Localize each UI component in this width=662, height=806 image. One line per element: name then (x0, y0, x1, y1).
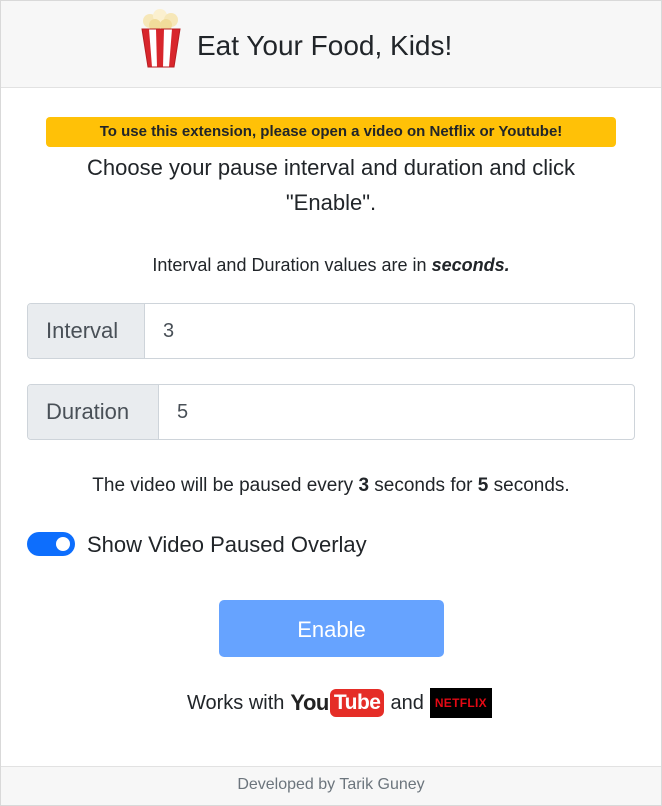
units-note-emphasis: seconds. (431, 255, 510, 275)
youtube-logo-you: You (290, 690, 329, 715)
popcorn-icon (141, 9, 181, 68)
works-with-prefix: Works with (187, 691, 285, 714)
summary-interval-value: 3 (358, 475, 370, 496)
units-note: Interval and Duration values are in seco… (0, 251, 662, 279)
summary-part2: seconds for (369, 475, 478, 496)
interval-label: Interval (28, 304, 145, 358)
footer-credit: Developed by Tarik Guney (1, 766, 661, 805)
app-title: Eat Your Food, Kids! (197, 30, 453, 61)
summary-part3: seconds. (488, 475, 570, 496)
summary-part1: The video will be paused every (92, 475, 359, 496)
header: Eat Your Food, Kids! (1, 1, 661, 88)
works-with: Works with You Tube and NETFLIX (187, 686, 492, 720)
enable-button[interactable]: Enable (219, 600, 444, 657)
summary-duration-value: 5 (477, 475, 489, 496)
interval-input[interactable] (145, 304, 634, 358)
interval-input-group: Interval (27, 303, 635, 359)
youtube-logo: You Tube (290, 689, 385, 717)
duration-input-group: Duration (27, 384, 635, 440)
pause-summary: The video will be paused every 3 seconds… (0, 472, 662, 500)
netflix-logo: NETFLIX (429, 688, 492, 718)
overlay-toggle-label[interactable]: Show Video Paused Overlay (87, 530, 367, 560)
youtube-logo-tube: Tube (329, 689, 385, 717)
toggle-knob (56, 537, 70, 551)
duration-input[interactable] (159, 385, 634, 439)
duration-label: Duration (28, 385, 159, 439)
works-with-and: and (390, 691, 424, 714)
units-note-prefix: Interval and Duration values are in (152, 255, 432, 275)
warning-banner: To use this extension, please open a vid… (46, 117, 616, 147)
overlay-toggle-switch[interactable] (27, 532, 75, 556)
instructions-text: Choose your pause interval and duration … (87, 155, 575, 215)
